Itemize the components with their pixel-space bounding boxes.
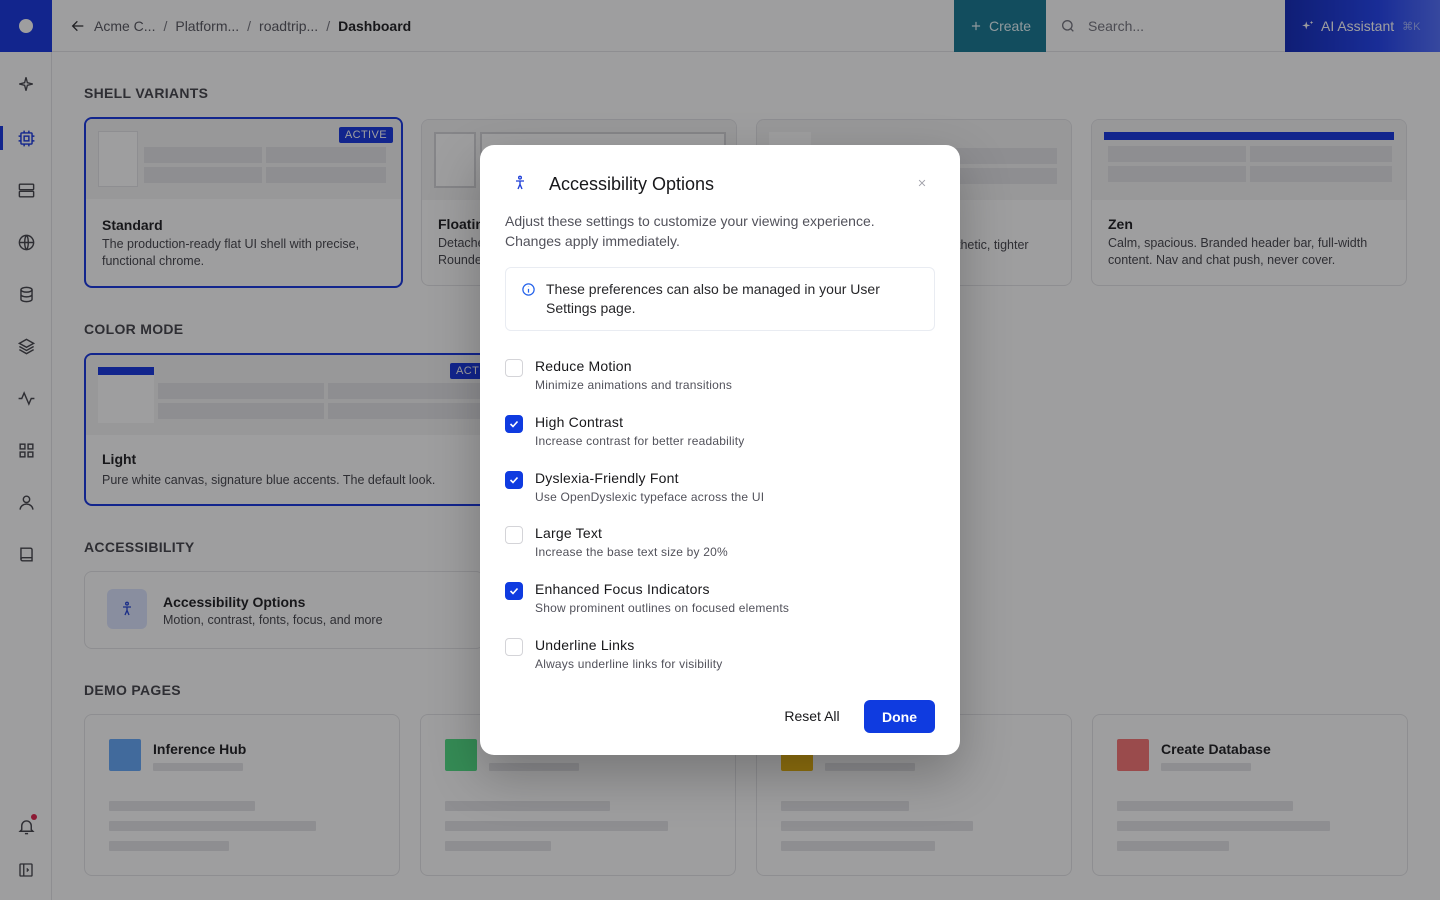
checkbox[interactable] [505, 638, 523, 656]
dialog-description: Adjust these settings to customize your … [505, 213, 875, 249]
option-high-contrast[interactable]: High Contrast Increase contrast for bett… [505, 412, 935, 458]
option-label: Enhanced Focus Indicators [535, 581, 710, 597]
option-label: Large Text [535, 525, 603, 541]
info-callout: These preferences can also be managed in… [505, 267, 935, 331]
option-hint: Minimize animations and transitions [535, 378, 733, 392]
check-icon [509, 587, 519, 595]
option-label: Reduce Motion [535, 358, 632, 374]
check-icon [509, 476, 519, 484]
checkbox-checked[interactable] [505, 582, 523, 600]
reset-all-button[interactable]: Reset All [773, 700, 851, 732]
option-label: Dyslexia-Friendly Font [535, 470, 679, 486]
option-hint: Use OpenDyslexic typeface across the UI [535, 490, 765, 504]
option-label: Underline Links [535, 637, 635, 653]
option-hint: Show prominent outlines on focused eleme… [535, 601, 790, 615]
option-dyslexia-font[interactable]: Dyslexia-Friendly Font Use OpenDyslexic … [505, 468, 935, 514]
checkbox[interactable] [505, 526, 523, 544]
checkbox-checked[interactable] [505, 415, 523, 433]
done-button[interactable]: Done [864, 700, 935, 733]
accessibility-options-dialog: Accessibility Options Adjust these setti… [480, 145, 960, 755]
checkbox[interactable] [505, 359, 523, 377]
accessibility-icon [512, 174, 528, 192]
option-focus-indicators[interactable]: Enhanced Focus Indicators Show prominent… [505, 579, 935, 625]
option-hint: Always underline links for visibility [535, 657, 723, 671]
close-icon[interactable] [914, 175, 930, 191]
option-large-text[interactable]: Large Text Increase the base text size b… [505, 523, 935, 569]
info-icon [521, 282, 536, 297]
option-label: High Contrast [535, 414, 624, 430]
option-reduce-motion[interactable]: Reduce Motion Minimize animations and tr… [505, 356, 935, 402]
dialog-title: Accessibility Options [549, 174, 715, 194]
option-hint: Increase the base text size by 20% [535, 545, 728, 559]
checkbox-checked[interactable] [505, 471, 523, 489]
option-underline-links[interactable]: Underline Links Always underline links f… [505, 635, 935, 681]
check-icon [509, 420, 519, 428]
option-hint: Increase contrast for better readability [535, 434, 745, 448]
info-text: These preferences can also be managed in… [546, 281, 880, 316]
